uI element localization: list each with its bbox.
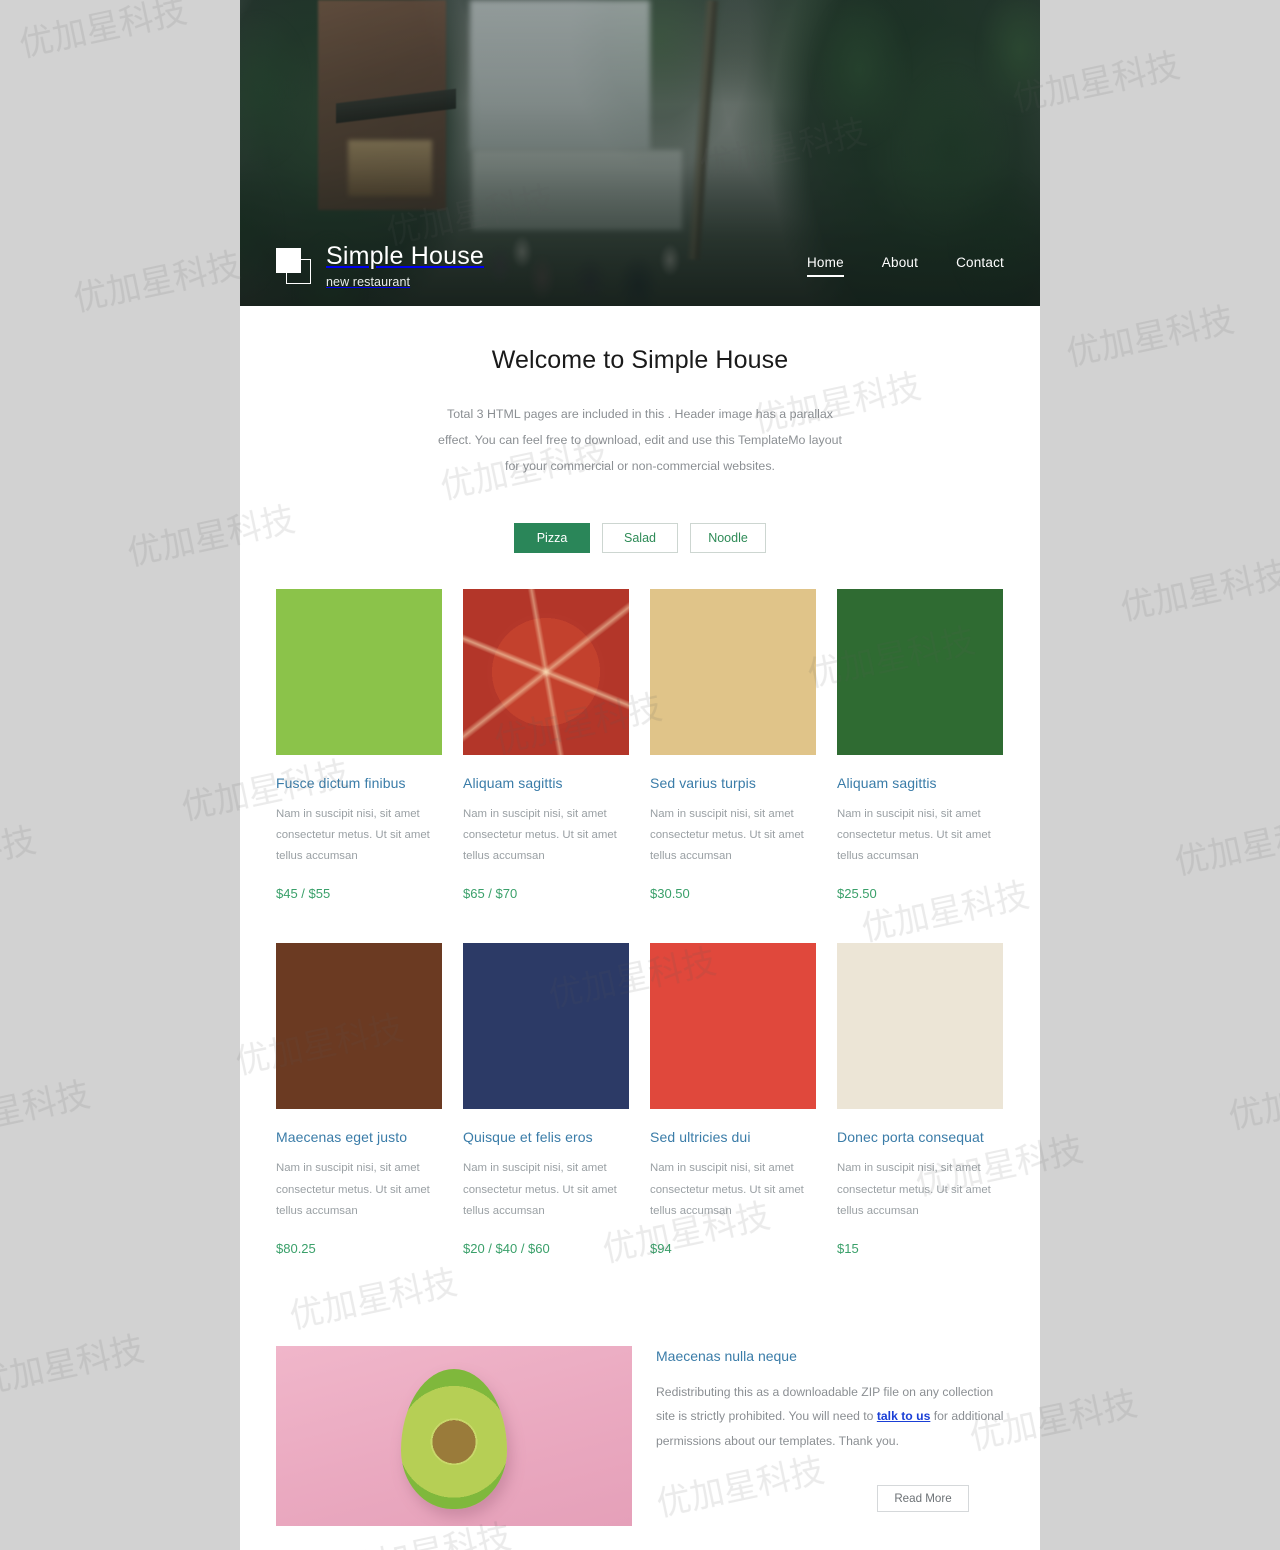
menu-item-title[interactable]: Quisque et felis eros — [463, 1129, 629, 1145]
menu-item: Aliquam sagittis Nam in suscipit nisi, s… — [463, 589, 629, 901]
menu-item-title[interactable]: Sed varius turpis — [650, 775, 816, 791]
menu-item-price: $15 — [837, 1240, 859, 1256]
hero-header: Simple House new restaurant Home About C… — [240, 0, 1040, 306]
menu-grid: Fusce dictum finibus Nam in suscipit nis… — [276, 589, 1004, 1256]
brand-subtitle: new restaurant — [326, 274, 411, 289]
menu-item-title[interactable]: Sed ultricies dui — [650, 1129, 816, 1145]
menu-item-title[interactable]: Maecenas eget justo — [276, 1129, 442, 1145]
menu-item-image-dumplings-chopsticks[interactable] — [837, 943, 1003, 1110]
brand-logo-link[interactable]: Simple House new restaurant — [276, 241, 485, 289]
menu-item: Maecenas eget justo Nam in suscipit nisi… — [276, 943, 442, 1256]
read-more-button[interactable]: Read More — [877, 1484, 969, 1512]
welcome-paragraph: Total 3 HTML pages are included in this … — [438, 407, 842, 474]
menu-item-price: $80.25 — [276, 1240, 316, 1256]
menu-item-description: Nam in suscipit nisi, sit amet consectet… — [650, 808, 804, 863]
menu-item: Quisque et felis eros Nam in suscipit ni… — [463, 943, 629, 1256]
main-navigation: Home About Contact — [806, 255, 1004, 277]
promo-image-halved-avocado — [276, 1345, 632, 1526]
filter-button-noodle[interactable]: Noodle — [690, 523, 766, 554]
menu-item-description: Nam in suscipit nisi, sit amet consectet… — [463, 808, 617, 863]
page-container: Simple House new restaurant Home About C… — [240, 0, 1040, 1550]
menu-item: Aliquam sagittis Nam in suscipit nisi, s… — [837, 589, 1003, 901]
menu-item-image-meatballs-on-greens[interactable] — [276, 943, 442, 1110]
promo-body: Maecenas nulla neque Redistributing this… — [656, 1346, 1004, 1512]
menu-item-description: Nam in suscipit nisi, sit amet consectet… — [276, 1162, 430, 1217]
filter-button-salad[interactable]: Salad — [602, 523, 678, 554]
menu-item-description: Nam in suscipit nisi, sit amet consectet… — [837, 808, 991, 863]
brand-text: Simple House new restaurant — [326, 241, 485, 289]
menu-item: Sed ultricies dui Nam in suscipit nisi, … — [650, 943, 816, 1256]
promo-section: Maecenas nulla neque Redistributing this… — [276, 1345, 1004, 1526]
header-bar: Simple House new restaurant Home About C… — [240, 241, 1040, 289]
menu-filter-group: Pizza Salad Noodle — [240, 523, 1040, 554]
promo-actions: Read More — [656, 1484, 1004, 1512]
menu-item: Fusce dictum finibus Nam in suscipit nis… — [276, 589, 442, 901]
menu-item: Sed varius turpis Nam in suscipit nisi, … — [650, 589, 816, 901]
nav-item-contact[interactable]: Contact — [956, 255, 1004, 277]
nav-item-about[interactable]: About — [882, 255, 918, 277]
menu-item-image-french-toast-blueberries[interactable] — [463, 943, 629, 1110]
menu-item-image-buddha-bowl-salad[interactable] — [276, 589, 442, 756]
welcome-section: Welcome to Simple House Total 3 HTML pag… — [240, 306, 1040, 479]
menu-item-image-grilled-seafood[interactable] — [650, 589, 816, 756]
overlapping-squares-logo-icon — [276, 247, 312, 284]
menu-item-image-salad-bowl[interactable] — [650, 943, 816, 1110]
promo-title: Maecenas nulla neque — [656, 1347, 797, 1364]
menu-item-price: $94 — [650, 1240, 672, 1256]
menu-item-description: Nam in suscipit nisi, sit amet consectet… — [463, 1162, 617, 1217]
menu-item-title[interactable]: Donec porta consequat — [837, 1129, 1003, 1145]
menu-item-price: $65 / $70 — [463, 886, 518, 902]
promo-text: Redistributing this as a downloadable ZI… — [656, 1380, 1004, 1453]
menu-item-description: Nam in suscipit nisi, sit amet consectet… — [650, 1162, 804, 1217]
menu-item-title[interactable]: Aliquam sagittis — [837, 775, 1003, 791]
menu-item-description: Nam in suscipit nisi, sit amet consectet… — [837, 1162, 991, 1217]
menu-item-image-pappardelle-pasta[interactable] — [837, 589, 1003, 756]
menu-item-price: $30.50 — [650, 886, 690, 902]
nav-item-home[interactable]: Home — [806, 255, 844, 277]
menu-item-title[interactable]: Aliquam sagittis — [463, 775, 629, 791]
brand-title: Simple House — [326, 241, 485, 270]
talk-to-us-link[interactable]: talk to us — [877, 1409, 931, 1423]
menu-item-price: $20 / $40 / $60 — [463, 1240, 550, 1256]
menu-item-price: $25.50 — [837, 886, 877, 902]
page-title: Welcome to Simple House — [491, 346, 789, 374]
menu-item-price: $45 / $55 — [276, 886, 331, 902]
menu-item-image-pizza[interactable] — [463, 589, 629, 756]
menu-item: Donec porta consequat Nam in suscipit ni… — [837, 943, 1003, 1256]
menu-item-description: Nam in suscipit nisi, sit amet consectet… — [276, 808, 430, 863]
menu-item-title[interactable]: Fusce dictum finibus — [276, 775, 442, 791]
filter-button-pizza[interactable]: Pizza — [514, 523, 590, 554]
